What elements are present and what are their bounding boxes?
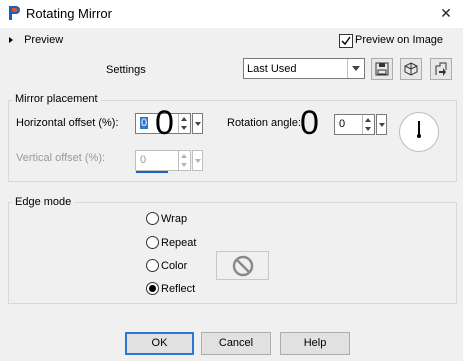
preview-on-image-checkbox[interactable] [339,34,353,48]
horizontal-offset-value[interactable]: 0 [140,117,149,129]
ok-button[interactable]: OK [125,332,194,355]
chevron-down-icon[interactable] [347,59,364,78]
wrap-label[interactable]: Wrap [161,213,187,225]
repeat-radio[interactable] [146,236,159,249]
mirror-placement-legend: Mirror placement [12,93,101,105]
reflect-label[interactable]: Reflect [161,283,195,295]
spinner-arrows-icon[interactable] [178,151,190,170]
checkmark-icon [341,36,351,46]
rotation-angle-overlay: 0 [300,104,319,142]
preview-toggle-label: Preview [24,34,64,47]
vertical-offset-value[interactable]: 0 [140,154,146,166]
wrap-radio[interactable] [146,212,159,225]
preview-on-image-label[interactable]: Preview on Image [355,34,443,46]
reset-icon [404,62,418,76]
preset-manager-button[interactable] [430,58,452,80]
spinner-arrows-icon[interactable] [178,114,190,133]
edge-mode-legend: Edge mode [12,196,75,208]
expand-arrow-icon [9,37,13,44]
dial-needle-icon [418,121,420,135]
color-radio[interactable] [146,259,159,272]
preset-dropdown[interactable]: Last Used [243,58,365,79]
vertical-offset-spinner[interactable]: 0 [135,150,191,171]
window-title: Rotating Mirror [26,6,112,21]
help-button[interactable]: Help [280,332,350,355]
preset-manager-icon [435,62,447,76]
rotation-dial[interactable] [399,112,439,152]
reset-button[interactable] [400,58,422,80]
preset-dropdown-value: Last Used [247,63,297,75]
cancel-button[interactable]: Cancel [201,332,271,355]
vertical-offset-slider[interactable] [136,171,168,173]
horizontal-offset-label: Horizontal offset (%): [16,117,119,129]
no-color-icon [232,255,254,277]
save-preset-button[interactable] [371,58,393,80]
horizontal-offset-dropdown-icon[interactable] [192,113,203,134]
reflect-radio[interactable] [146,282,159,295]
rotation-angle-label: Rotation angle: [227,117,301,129]
app-icon [7,5,21,21]
settings-label: Settings [106,64,146,76]
save-preset-icon [375,62,389,76]
edge-color-swatch[interactable] [216,251,269,280]
mirror-placement-group [8,100,457,182]
vertical-offset-dropdown-icon[interactable] [192,150,203,171]
rotation-angle-value[interactable]: 0 [339,118,345,130]
close-icon[interactable]: ✕ [436,3,456,23]
vertical-offset-label: Vertical offset (%): [16,152,106,164]
color-label[interactable]: Color [161,260,187,272]
rotation-angle-spinner[interactable]: 0 [334,114,375,135]
preview-toggle[interactable]: Preview [9,34,63,48]
spinner-arrows-icon[interactable] [362,115,374,134]
horizontal-offset-overlay: 0 [155,104,174,142]
repeat-label[interactable]: Repeat [161,237,196,249]
rotation-angle-dropdown-icon[interactable] [376,114,387,135]
